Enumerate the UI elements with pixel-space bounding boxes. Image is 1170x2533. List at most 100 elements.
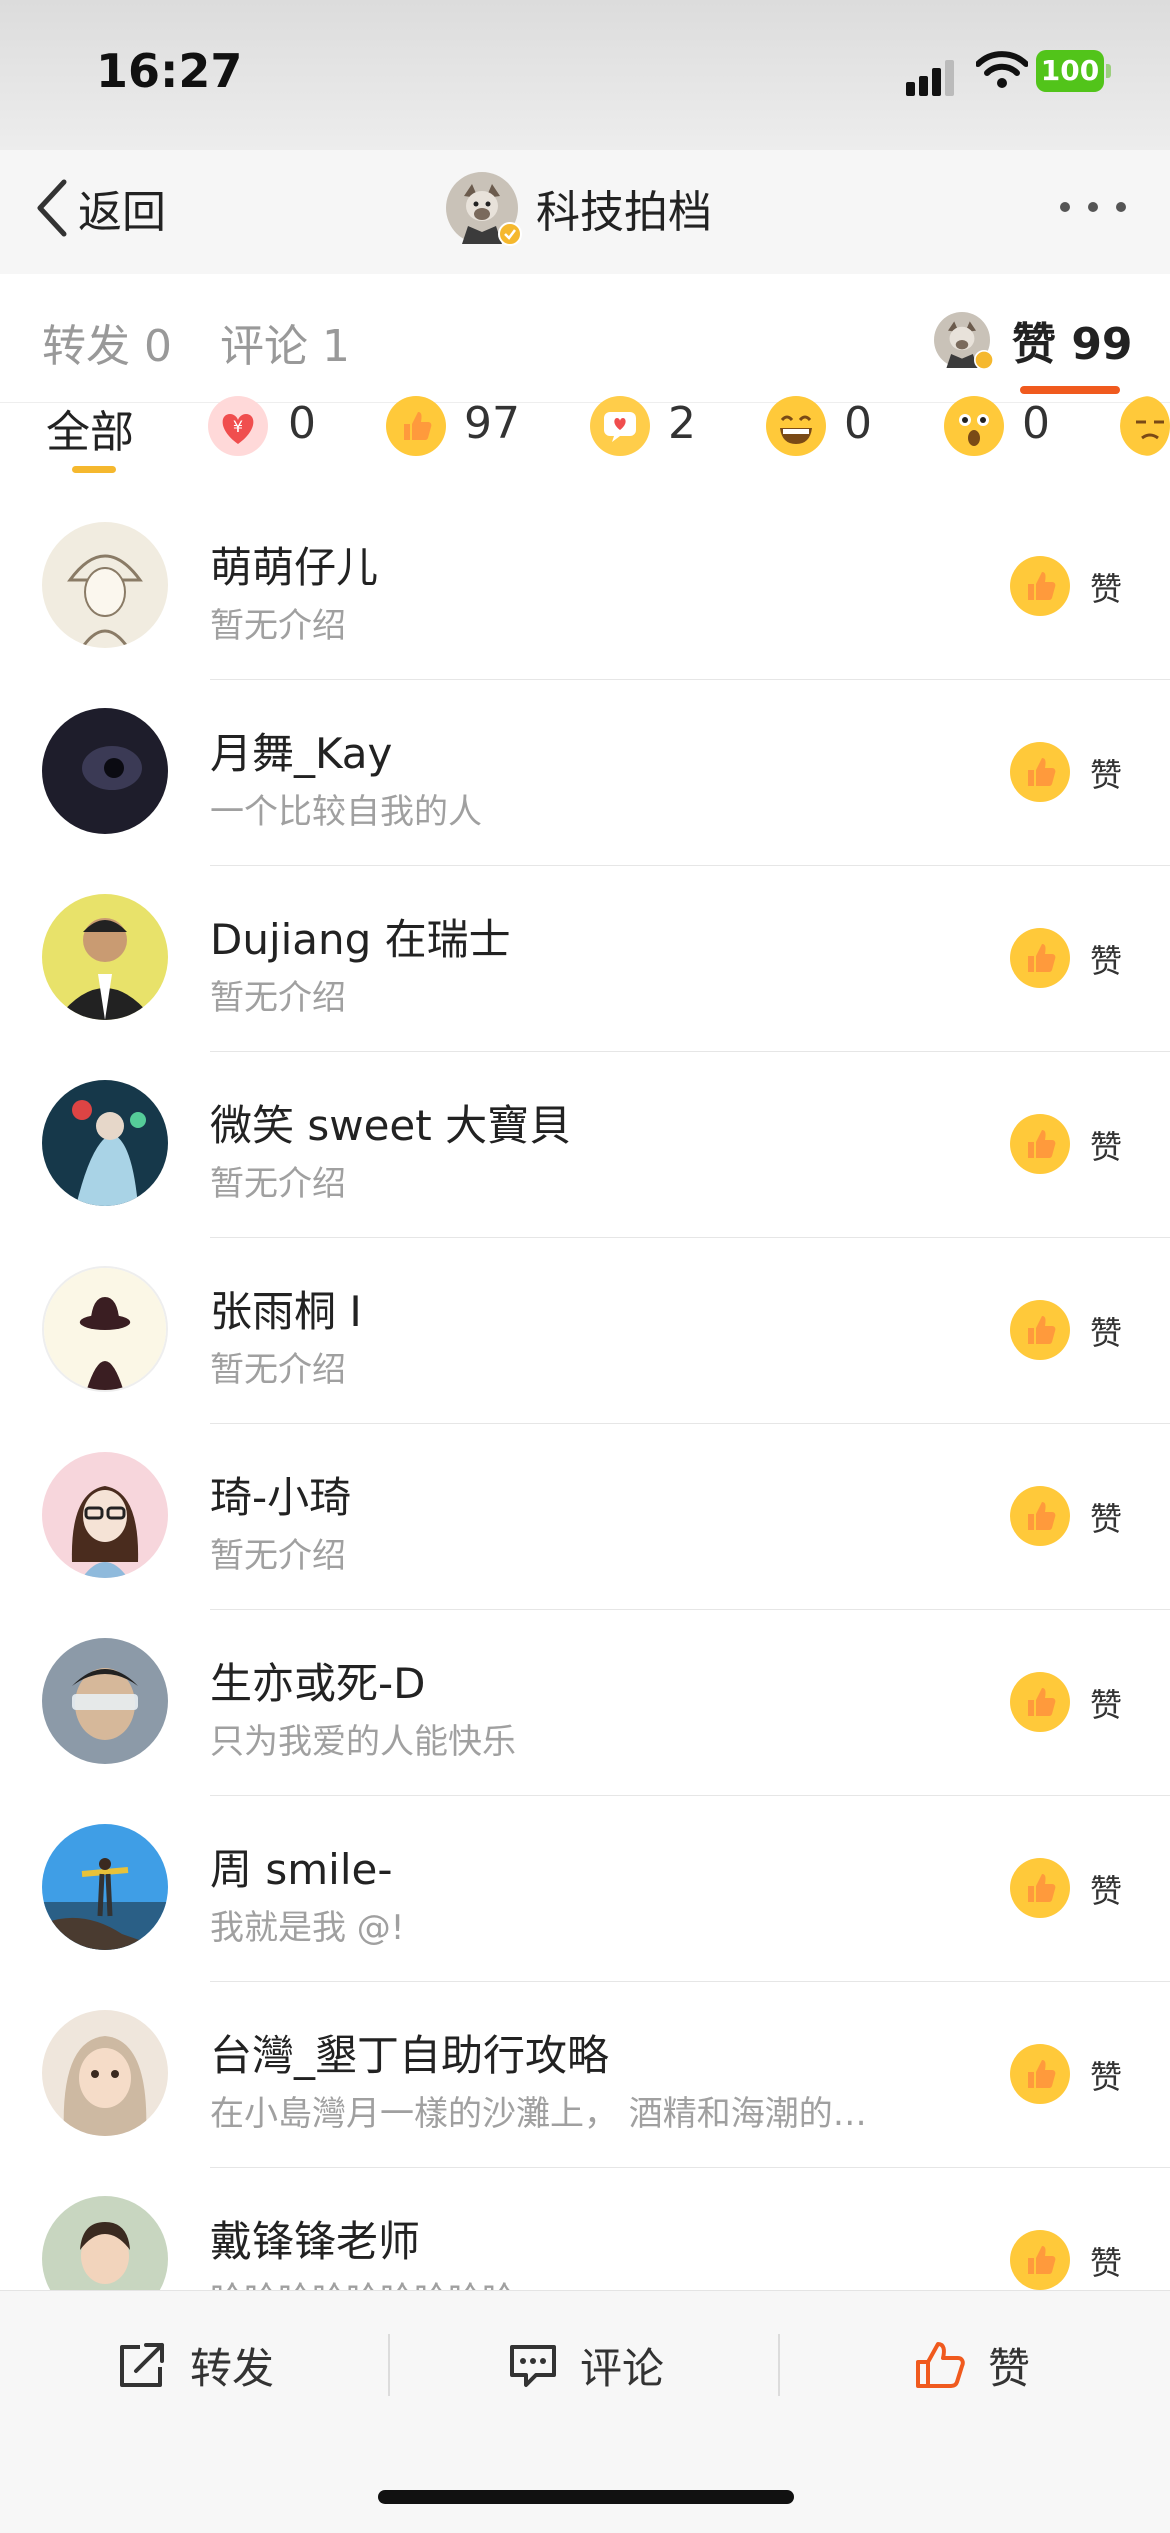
toolbar-divider [778,2334,780,2396]
thumbs-up-icon [1010,2230,1070,2290]
account-avatar-small [934,312,994,370]
avatar [42,1266,168,1392]
wifi-icon [975,50,1029,90]
filter-count: 0 [844,398,872,449]
thumbs-up-outline-icon [916,2342,965,2388]
active-tab-indicator [1020,386,1120,394]
laughing-face-icon[interactable] [766,396,826,456]
avatar [42,2010,168,2136]
like-label: 赞 [1090,1314,1123,1352]
tab-like-label: 赞 99 [1012,319,1133,370]
like-label: 赞 [1090,570,1123,608]
heart-bubble-icon[interactable] [590,396,650,456]
liker-name: 萌萌仔儿 [210,543,379,592]
thumbs-up-icon [1010,556,1070,616]
filter-count: 0 [1022,398,1050,449]
thumbs-up-icon[interactable] [386,396,446,456]
liker-bio: 我就是我 @! [210,1908,405,1948]
like-label: 赞 [1090,1128,1123,1166]
verified-badge-icon [974,350,994,370]
like-label: 赞 [1090,942,1123,980]
comment-button[interactable]: 评论 [508,2330,664,2400]
filter-all[interactable]: 全部 [46,396,134,460]
liker-name: 生亦或死-D [210,1659,426,1708]
repost-button[interactable]: 转发 [116,2330,274,2400]
liker-name: 微笑 sweet 大寶貝 [210,1101,572,1150]
surprised-face-icon[interactable] [944,396,1004,456]
like-button[interactable]: 赞 [914,2330,1030,2400]
thumbs-up-icon [1010,1114,1070,1174]
list-item[interactable]: 张雨桐 I 暂无介绍 赞 [0,1238,1170,1424]
status-time: 16:27 [96,44,243,98]
like-label: 赞 [1090,2244,1123,2282]
like-label: 赞 [1090,1686,1123,1724]
liker-bio: 一个比较自我的人 [210,792,482,832]
thumbs-up-icon [1010,1858,1070,1918]
filter-count: 2 [668,398,696,449]
thumbs-up-icon [1010,1672,1070,1732]
tab-like[interactable]: 赞 99 [934,308,1133,372]
tab-repost[interactable]: 转发 0 [42,310,172,374]
list-item[interactable]: 琦-小琦 暂无介绍 赞 [0,1424,1170,1610]
like-label: 赞 [988,2343,1031,2393]
liker-name: 戴锋锋老师 [210,2217,421,2266]
liker-bio: 暂无介绍 [210,1164,346,1204]
repost-label: 转发 [190,2343,275,2393]
list-item[interactable]: 台灣_墾丁自助行攻略 在小島灣月一樣的沙灘上， 酒精和海潮的… 赞 [0,1982,1170,2168]
avatar [42,894,168,1020]
liker-bio: 暂无介绍 [210,1536,346,1576]
heart-yen-icon[interactable]: ¥ [208,396,268,456]
home-indicator [378,2490,794,2504]
more-options-icon[interactable] [1060,196,1130,216]
avatar [42,1080,168,1206]
svg-text:¥: ¥ [233,417,243,436]
thumbs-up-icon [1010,1486,1070,1546]
liker-bio: 暂无介绍 [210,606,346,646]
list-item[interactable]: 萌萌仔儿 暂无介绍 赞 [0,494,1170,680]
thumbs-up-icon [1010,742,1070,802]
thumbs-up-icon [1010,928,1070,988]
liker-name: 月舞_Kay [210,729,393,778]
verified-badge-icon [498,222,522,246]
like-label: 赞 [1090,1500,1123,1538]
list-item[interactable]: 生亦或死-D 只为我爱的人能快乐 赞 [0,1610,1170,1796]
avatar [42,522,168,648]
avatar [42,1452,168,1578]
filter-count: 97 [464,398,520,449]
account-avatar [446,172,522,246]
list-item[interactable]: Dujiang 在瑞士 暂无介绍 赞 [0,866,1170,1052]
list-item[interactable]: 微笑 sweet 大寶貝 暂无介绍 赞 [0,1052,1170,1238]
liker-name: 周 smile- [210,1845,393,1894]
liker-bio: 在小島灣月一樣的沙灘上， 酒精和海潮的… [210,2094,867,2134]
like-label: 赞 [1090,1872,1123,1910]
like-label: 赞 [1090,756,1123,794]
list-item[interactable]: 周 smile- 我就是我 @! 赞 [0,1796,1170,1982]
share-icon [120,2343,164,2387]
cellular-signal-icon [906,56,962,96]
liker-bio: 暂无介绍 [210,978,346,1018]
account-title[interactable]: 科技拍档 [446,170,712,246]
tab-comment[interactable]: 评论 1 [220,310,350,374]
chevron-left-icon [37,179,67,237]
liker-name: 琦-小琦 [210,1473,352,1522]
comment-icon [510,2345,556,2387]
toolbar-divider [388,2334,390,2396]
back-button[interactable]: 返回 [34,176,166,240]
account-name: 科技拍档 [536,187,712,238]
annoyed-face-icon[interactable] [1120,396,1170,456]
liker-name: 台灣_墾丁自助行攻略 [210,2031,610,2080]
battery-icon: 100 [1036,50,1112,92]
thumbs-up-icon [1010,2044,1070,2104]
back-label: 返回 [78,187,166,238]
filter-indicator [72,466,116,473]
avatar [42,1638,168,1764]
list-item[interactable]: 月舞_Kay 一个比较自我的人 赞 [0,680,1170,866]
liker-name: 张雨桐 I [210,1287,362,1336]
battery-level: 100 [1036,50,1104,92]
avatar [42,708,168,834]
liker-bio: 只为我爱的人能快乐 [210,1722,516,1762]
liker-bio: 暂无介绍 [210,1350,346,1390]
comment-label: 评论 [580,2343,665,2393]
filter-count: 0 [288,398,316,449]
like-label: 赞 [1090,2058,1123,2096]
